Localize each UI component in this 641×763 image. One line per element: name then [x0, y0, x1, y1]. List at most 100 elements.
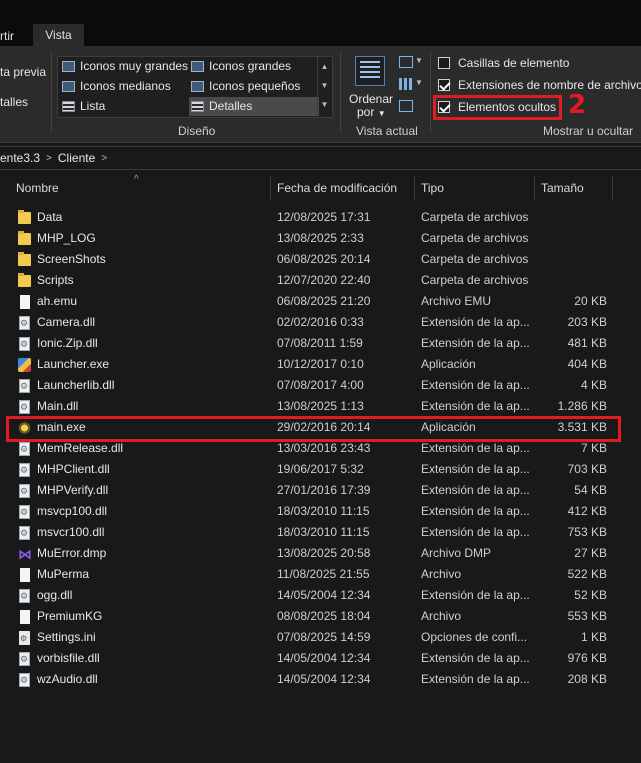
file-date: 12/07/2020 22:40	[277, 273, 371, 287]
chevron-down-icon[interactable]: ▼	[415, 78, 423, 87]
layout-item-label: Iconos pequeños	[209, 79, 301, 93]
file-size: 52 KB	[574, 588, 607, 602]
file-row[interactable]: wzAudio.dll 14/05/2004 12:34 Extensión de …	[0, 669, 641, 691]
exe-icon	[18, 358, 31, 372]
layout-item-label: Iconos muy grandes	[80, 59, 189, 73]
dll-icon	[19, 670, 30, 691]
chevron-down-icon[interactable]: ▼	[415, 56, 423, 65]
column-header-type[interactable]: Tipo	[414, 176, 534, 200]
folder-icon	[18, 210, 31, 224]
file-type: Extensión de la ap...	[421, 315, 530, 329]
layout-item-label: Lista	[80, 99, 106, 113]
file-name: Camera.dll	[37, 315, 96, 329]
file-date: 14/05/2004 12:34	[277, 672, 371, 686]
file-row[interactable]: PremiumKG 08/08/2025 18:04 Archivo 553 KB	[0, 606, 641, 627]
file-type: Extensión de la ap...	[421, 378, 530, 392]
file-date: 10/12/2017 0:10	[277, 357, 364, 371]
breadcrumb-item[interactable]: ente3.3	[0, 151, 40, 165]
divider	[430, 52, 431, 132]
file-row[interactable]: ScreenShots 06/08/2025 20:14 Carpeta de ar…	[0, 249, 641, 270]
layout-details[interactable]: Detalles	[189, 97, 319, 116]
checkbox-casillas-elemento[interactable]: Casillas de elemento	[438, 53, 569, 73]
breadcrumb-item[interactable]: Cliente	[58, 151, 95, 165]
file-row[interactable]: ah.emu 06/08/2025 21:20 Archivo EMU 20 KB	[0, 291, 641, 312]
file-row[interactable]: vorbisfile.dll 14/05/2004 12:34 Extensión …	[0, 648, 641, 670]
tab-compartir[interactable]: rtir	[0, 27, 14, 46]
file-name: ah.emu	[37, 294, 78, 308]
file-date: 18/03/2010 11:15	[277, 525, 370, 539]
file-row[interactable]: Ionic.Zip.dll 07/08/2011 1:59 Extensión de…	[0, 333, 641, 355]
fit-columns-icon[interactable]	[399, 100, 413, 112]
file-row[interactable]: MHPVerify.dll 27/01/2016 17:39 Extensión d…	[0, 480, 641, 502]
file-row[interactable]: Data 12/08/2025 17:31 Carpeta de archivos	[0, 207, 641, 228]
file-row[interactable]: MHPClient.dll 19/06/2017 5:32 Extensión de…	[0, 459, 641, 481]
column-divider[interactable]	[612, 176, 613, 200]
file-row[interactable]: Launcherlib.dll 07/08/2017 4:00 Extensión …	[0, 375, 641, 397]
dll-icon	[19, 586, 30, 607]
column-header-size[interactable]: Tamaño	[534, 176, 612, 200]
file-size: 412 KB	[567, 504, 607, 518]
file-size: 976 KB	[567, 651, 607, 665]
file-type: Extensión de la ap...	[421, 336, 530, 350]
group-label-diseno: Diseño	[178, 124, 216, 138]
group-by-icon[interactable]	[399, 56, 413, 68]
file-size: 4 KB	[580, 378, 607, 392]
layout-list[interactable]: Lista	[62, 97, 105, 116]
file-size: 404 KB	[567, 357, 607, 371]
large-icons-icon	[191, 61, 204, 72]
file-row[interactable]: Main.dll 13/08/2025 1:13 Extensión de la a…	[0, 396, 641, 418]
checkbox-label: Casillas de elemento	[458, 56, 570, 70]
column-header-name[interactable]: Nombre	[9, 176, 270, 200]
file-row[interactable]: Scripts 12/07/2020 22:40 Carpeta de archiv…	[0, 270, 641, 291]
folder-icon	[18, 231, 31, 245]
file-size: 20 KB	[574, 294, 607, 308]
layout-medium-icons[interactable]: Iconos medianos	[62, 77, 171, 96]
file-row[interactable]: Settings.ini 07/08/2025 14:59 Opciones de …	[0, 627, 641, 649]
file-size: 54 KB	[574, 483, 607, 497]
dll-icon	[19, 376, 30, 397]
checkbox-extensiones[interactable]: Extensiones de nombre de archivo	[438, 75, 641, 95]
group-label-mostrar-ocultar: Mostrar u ocultar	[543, 124, 634, 138]
layout-large-icons[interactable]: Iconos grandes	[191, 57, 291, 76]
column-header-date[interactable]: Fecha de modificación	[270, 176, 414, 200]
sort-by-icon[interactable]	[355, 56, 385, 86]
file-name: vorbisfile.dll	[37, 651, 100, 665]
layout-item-label: Iconos grandes	[209, 59, 292, 73]
layout-extra-large-icons[interactable]: Iconos muy grandes	[62, 57, 188, 76]
file-size: 522 KB	[567, 567, 607, 581]
file-name: Main.dll	[37, 399, 79, 413]
file-size: 1 KB	[580, 630, 607, 644]
file-name: MHPVerify.dll	[37, 483, 109, 497]
ini-icon	[19, 628, 30, 649]
file-row[interactable]: msvcp100.dll 18/03/2010 11:15 Extensión de…	[0, 501, 641, 523]
dll-icon	[19, 439, 30, 460]
file-row[interactable]: MuPerma 11/08/2025 21:55 Archivo 522 KB	[0, 564, 641, 585]
file-size: 703 KB	[567, 462, 607, 476]
tab-vista[interactable]: Vista	[33, 24, 84, 46]
sort-by-label-2[interactable]: por ▼	[357, 105, 386, 119]
file-row[interactable]: msvcr100.dll 18/03/2010 11:15 Extensión de…	[0, 522, 641, 544]
file-row[interactable]: Camera.dll 02/02/2016 0:33 Extensión de la…	[0, 312, 641, 334]
preview-pane-button[interactable]: ta previa	[0, 65, 46, 79]
file-row[interactable]: ogg.dll 14/05/2004 12:34 Extensión de la a…	[0, 585, 641, 607]
expand-gallery-icon[interactable]: ▼	[318, 95, 331, 114]
file-size: 753 KB	[567, 525, 607, 539]
checkbox-checked-icon[interactable]	[438, 79, 450, 91]
checkbox-icon[interactable]	[438, 57, 450, 69]
scroll-up-icon[interactable]: ▲	[318, 57, 331, 76]
sort-by-label[interactable]: Ordenar	[349, 92, 393, 106]
file-date: 02/02/2016 0:33	[277, 315, 364, 329]
layout-gallery-scroll[interactable]: ▲ ▼ ▼	[317, 57, 331, 115]
file-row[interactable]: Launcher.exe 10/12/2017 0:10 Aplicación 404…	[0, 354, 641, 375]
details-pane-button[interactable]: talles	[0, 95, 28, 109]
file-type: Extensión de la ap...	[421, 588, 530, 602]
scroll-down-icon[interactable]: ▼	[318, 76, 331, 95]
file-row[interactable]: ⋈ MuError.dmp 13/08/2025 20:58 Archivo DMP 2…	[0, 543, 641, 564]
file-size: 27 KB	[574, 546, 607, 560]
layout-small-icons[interactable]: Iconos pequeños	[191, 77, 300, 96]
file-date: 08/08/2025 18:04	[277, 609, 371, 623]
breadcrumb[interactable]: ente3.3 > Cliente >	[0, 146, 641, 170]
file-size: 553 KB	[567, 609, 607, 623]
add-columns-icon[interactable]	[399, 78, 413, 90]
file-row[interactable]: MHP_LOG 13/08/2025 2:33 Carpeta de archivo…	[0, 228, 641, 249]
